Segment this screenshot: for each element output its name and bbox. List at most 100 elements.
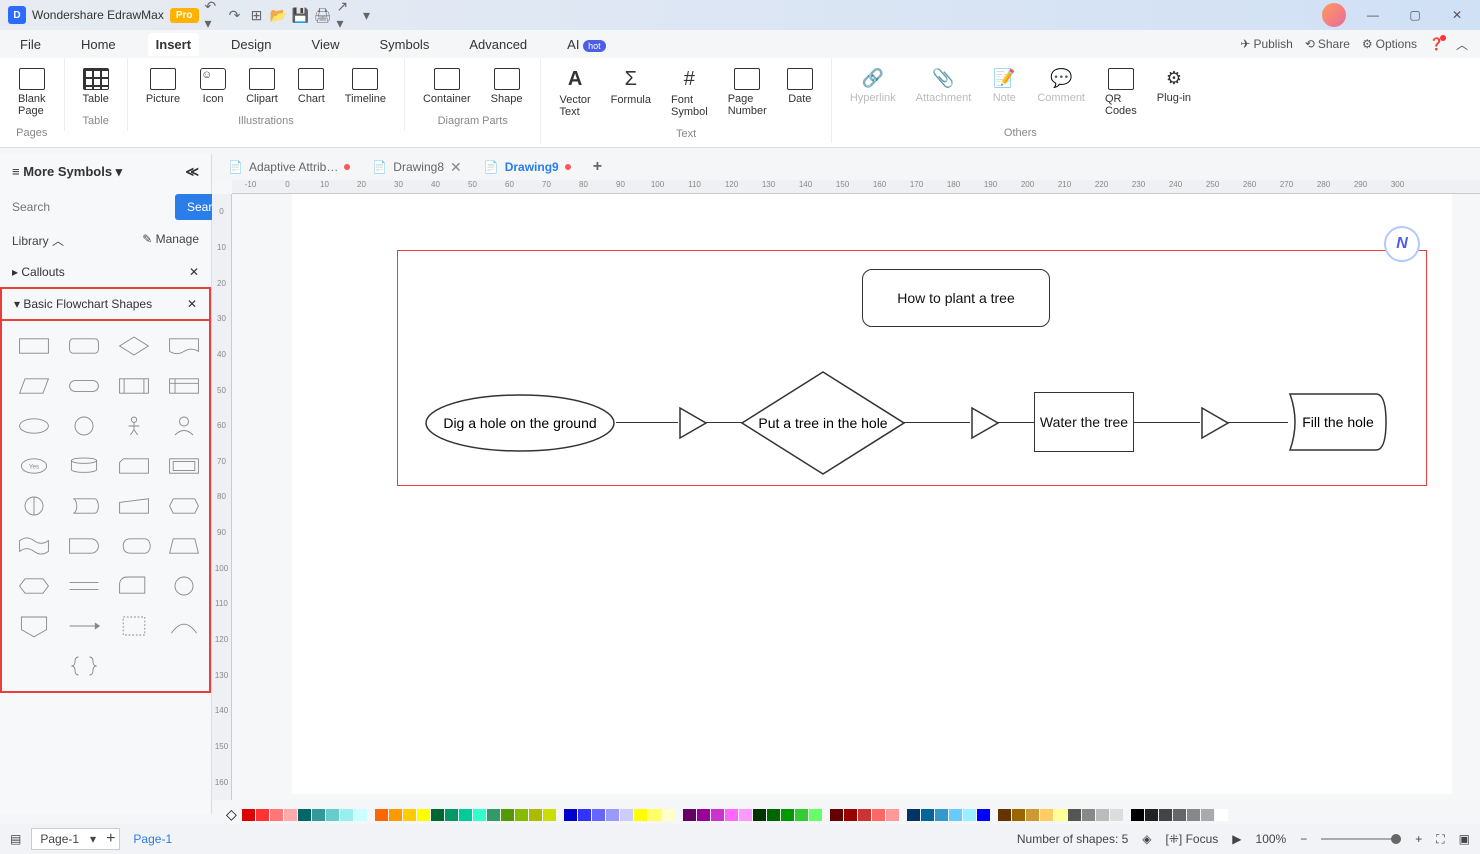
shape-person[interactable] (114, 411, 154, 441)
shape-delay[interactable] (64, 531, 104, 561)
callouts-section[interactable]: ▸ Callouts ✕ (0, 257, 211, 287)
close-button[interactable]: ✕ (1442, 3, 1472, 27)
color-swatch[interactable] (326, 809, 339, 821)
connector-3[interactable] (1134, 422, 1200, 423)
zoom-out-button[interactable]: − (1300, 832, 1307, 846)
color-swatch[interactable] (298, 809, 311, 821)
shape-process[interactable] (14, 331, 54, 361)
color-swatch[interactable] (403, 809, 416, 821)
help-button[interactable]: ❓ (1429, 37, 1444, 51)
hyperlink-button[interactable]: 🔗Hyperlink (842, 64, 904, 121)
color-swatch[interactable] (697, 809, 710, 821)
menu-view[interactable]: View (304, 33, 348, 56)
play-icon[interactable]: ▶ (1232, 832, 1241, 846)
color-swatch[interactable] (1096, 809, 1109, 821)
shape-prep[interactable] (14, 571, 54, 601)
color-swatch[interactable] (543, 809, 556, 821)
focus-button[interactable]: [⁜] Focus (1166, 832, 1219, 846)
color-swatch[interactable] (1082, 809, 1095, 821)
color-swatch[interactable] (340, 809, 353, 821)
close-tab-icon[interactable]: ✕ (450, 159, 462, 176)
color-swatch[interactable] (907, 809, 920, 821)
color-swatch[interactable] (886, 809, 899, 821)
color-swatch[interactable] (354, 809, 367, 821)
color-swatch[interactable] (529, 809, 542, 821)
export-icon[interactable]: ↗ ▾ (337, 7, 353, 23)
color-swatch[interactable] (1159, 809, 1172, 821)
shape-display[interactable] (114, 531, 154, 561)
qr-button[interactable]: QR Codes (1097, 64, 1145, 121)
collapse-panel-icon[interactable]: ≪ (185, 164, 199, 180)
manage-button[interactable]: ✎ Manage (142, 232, 199, 249)
menu-home[interactable]: Home (73, 33, 124, 56)
color-swatch[interactable] (662, 809, 675, 821)
color-swatch[interactable] (473, 809, 486, 821)
color-swatch[interactable] (578, 809, 591, 821)
menu-symbols[interactable]: Symbols (371, 33, 437, 56)
shape-ellipse[interactable] (14, 411, 54, 441)
color-swatch[interactable] (431, 809, 444, 821)
page-tab[interactable]: Page-1 (125, 832, 180, 846)
color-swatch[interactable] (795, 809, 808, 821)
color-swatch[interactable] (830, 809, 843, 821)
container-button[interactable]: Container (415, 64, 479, 109)
shape-arrow-line[interactable] (64, 611, 104, 641)
shape-disk[interactable] (64, 451, 104, 481)
color-swatch[interactable] (256, 809, 269, 821)
close-section-icon[interactable]: ✕ (189, 265, 199, 279)
color-swatch[interactable] (935, 809, 948, 821)
color-swatch[interactable] (459, 809, 472, 821)
shape-offpage[interactable] (14, 611, 54, 641)
color-swatch[interactable] (781, 809, 794, 821)
layers-icon[interactable]: ◈ (1142, 832, 1151, 846)
color-swatch[interactable] (1054, 809, 1067, 821)
shape-arc[interactable] (164, 611, 204, 641)
flowchart-title-box[interactable]: How to plant a tree (862, 269, 1050, 327)
shape-predefined[interactable] (114, 371, 154, 401)
color-swatch[interactable] (858, 809, 871, 821)
comment-button[interactable]: 💬Comment (1029, 64, 1093, 121)
shape-loop[interactable] (164, 491, 204, 521)
fullscreen-icon[interactable]: ▣ (1459, 832, 1470, 846)
basic-shapes-section[interactable]: ▾ Basic Flowchart Shapes ✕ (0, 287, 211, 321)
color-swatch[interactable] (977, 809, 990, 821)
shape-stored[interactable] (64, 491, 104, 521)
doc-tab-3[interactable]: 📄 Drawing9 (474, 156, 581, 178)
shape-brace[interactable] (64, 651, 104, 681)
doc-tab-2[interactable]: 📄 Drawing8 ✕ (362, 155, 471, 180)
undo-button[interactable]: ↶ ▾ (205, 7, 221, 23)
fit-page-icon[interactable]: ⛶ (1436, 832, 1444, 847)
color-swatch[interactable] (1012, 809, 1025, 821)
connector-3b[interactable] (1228, 422, 1288, 423)
vector-text-button[interactable]: AVector Text (551, 64, 598, 122)
shape-parallel[interactable] (64, 571, 104, 601)
color-swatch[interactable] (1040, 809, 1053, 821)
new-icon[interactable]: ⊞ (249, 7, 265, 23)
redo-button[interactable]: ↷ (227, 7, 243, 23)
flowchart-process-water[interactable]: Water the tree (1034, 392, 1134, 452)
new-tab-button[interactable]: + (583, 154, 612, 180)
color-swatch[interactable] (739, 809, 752, 821)
share-button[interactable]: ⟲ Share (1305, 37, 1350, 51)
menu-insert[interactable]: Insert (148, 33, 199, 56)
color-swatch[interactable] (284, 809, 297, 821)
shape-card[interactable] (114, 451, 154, 481)
menu-design[interactable]: Design (223, 33, 279, 56)
color-swatch[interactable] (375, 809, 388, 821)
menu-ai[interactable]: AI hot (559, 33, 613, 56)
shape-tape[interactable] (14, 531, 54, 561)
doc-tab-1[interactable]: 📄 Adaptive Attrib… (218, 156, 360, 178)
font-symbol-button[interactable]: #Font Symbol (663, 64, 716, 122)
shape-user[interactable] (164, 411, 204, 441)
publish-button[interactable]: ✈ Publish (1240, 37, 1292, 51)
shape-decision[interactable] (114, 331, 154, 361)
date-button[interactable]: Date (779, 64, 821, 122)
options-button[interactable]: ⚙ Options (1362, 37, 1417, 51)
color-swatch[interactable] (242, 809, 255, 821)
note-button[interactable]: 📝Note (983, 64, 1025, 121)
color-swatch[interactable] (872, 809, 885, 821)
pages-icon[interactable]: ▤ (10, 832, 21, 846)
shape-or[interactable] (14, 491, 54, 521)
menu-advanced[interactable]: Advanced (461, 33, 535, 56)
plugin-button[interactable]: ⚙Plug-in (1149, 64, 1199, 121)
